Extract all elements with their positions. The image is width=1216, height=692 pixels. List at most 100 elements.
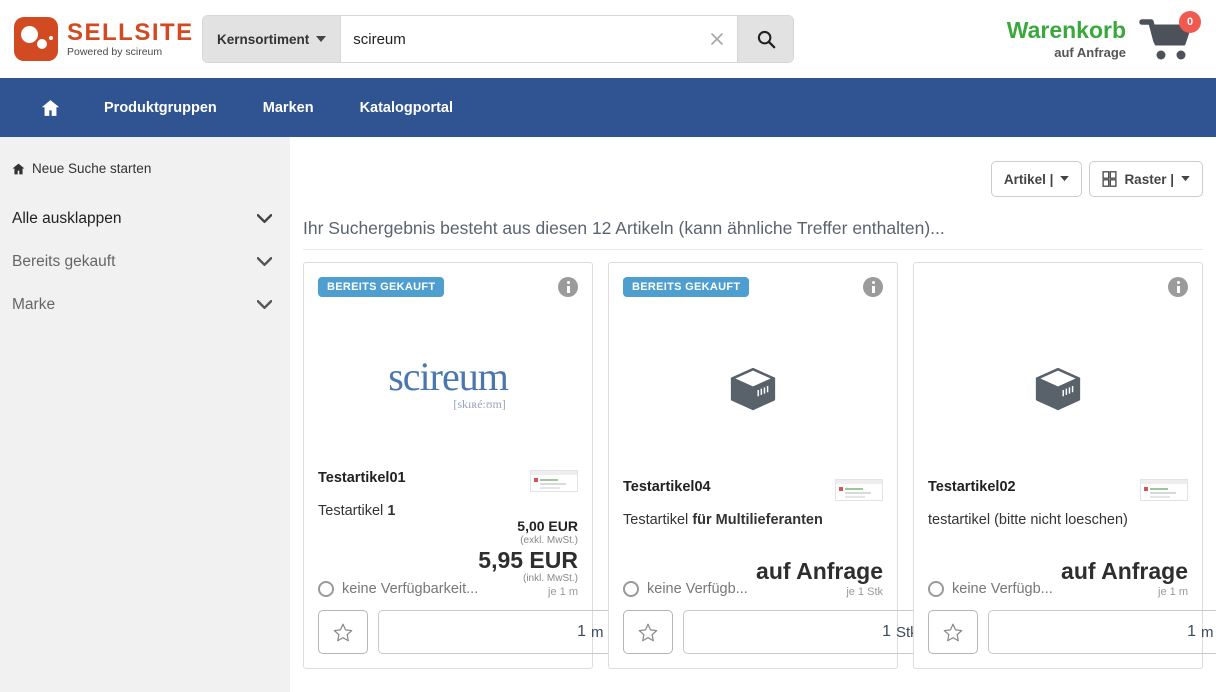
star-icon — [333, 623, 353, 642]
product-image-placeholder[interactable] — [928, 315, 1188, 463]
availability-icon — [928, 581, 944, 597]
view-dropdown[interactable]: Raster | — [1089, 161, 1203, 197]
product-card-testartikel02: Testartikel02 testartikel (bitte nicht l… — [913, 262, 1203, 669]
info-icon[interactable] — [863, 277, 883, 297]
caret-down-icon — [316, 36, 326, 43]
filter-label: Marke — [12, 296, 55, 314]
new-search-link[interactable]: Neue Suche starten — [12, 161, 278, 176]
availability-status: keine Verfügb... — [623, 581, 748, 598]
search-input[interactable] — [341, 16, 697, 62]
price-block: 5,00 EUR (exkl. MwSt.) 5,95 EUR (inkl. M… — [478, 519, 578, 598]
star-icon — [943, 623, 963, 642]
product-image[interactable]: scireum [skıʀé:ʊm] — [318, 314, 578, 454]
already-purchased-badge: BEREITS GEKAUFT — [623, 277, 749, 297]
availability-status: keine Verfügb... — [928, 581, 1053, 598]
nav-item-produktgruppen[interactable]: Produktgruppen — [81, 100, 240, 116]
quantity-unit: m — [1201, 611, 1216, 653]
star-icon — [638, 623, 658, 642]
filter-marke[interactable]: Marke — [10, 283, 278, 326]
product-subtitle: testartikel (bitte nicht loeschen) — [928, 512, 1188, 528]
search-button[interactable] — [737, 16, 793, 62]
new-search-label: Neue Suche starten — [32, 161, 151, 176]
unit-note: je 1 m — [1061, 586, 1188, 598]
search-scope-dropdown[interactable]: Kernsortiment — [203, 16, 341, 62]
chevron-down-icon — [257, 300, 272, 310]
results-summary: Ihr Suchergebnis besteht aus diesen 12 A… — [303, 218, 1203, 239]
sellsite-logo[interactable]: SELLSITE Powered by scireum — [14, 17, 192, 61]
cart-link[interactable]: Warenkorb auf Anfrage 0 — [1007, 14, 1202, 64]
filter-label: Bereits gekauft — [12, 253, 115, 271]
nav-item-marken[interactable]: Marken — [240, 100, 337, 116]
product-grid: BEREITS GEKAUFT scireum [skıʀé:ʊm] Testa… — [303, 262, 1203, 669]
availability-icon — [623, 581, 639, 597]
product-card-testartikel01: BEREITS GEKAUFT scireum [skıʀé:ʊm] Testa… — [303, 262, 593, 669]
product-title[interactable]: Testartikel02 — [928, 479, 1016, 495]
product-subtitle: Testartikel für Multilieferanten — [623, 512, 883, 528]
brand-tagline: Powered by scireum — [67, 46, 194, 58]
filter-bereits-gekauft[interactable]: Bereits gekauft — [10, 240, 278, 283]
top-header: SELLSITE Powered by scireum Kernsortimen… — [0, 0, 1216, 78]
sellsite-logo-icon — [14, 17, 58, 61]
package-icon — [728, 366, 778, 412]
price-net: 5,00 EUR — [478, 519, 578, 534]
scireum-logo: scireum — [388, 357, 508, 397]
home-icon — [12, 163, 25, 175]
search-scope-label: Kernsortiment — [217, 32, 309, 47]
chevron-down-icon — [257, 257, 272, 267]
nav-item-katalogportal[interactable]: Katalogportal — [337, 100, 476, 116]
datasheet-thumbnail[interactable] — [530, 470, 578, 492]
price-on-request: auf Anfrage — [756, 559, 883, 584]
sort-label: Artikel | — [1004, 172, 1054, 187]
datasheet-thumbnail[interactable] — [1140, 479, 1188, 501]
product-title[interactable]: Testartikel01 — [318, 470, 406, 486]
cart-count-badge: 0 — [1179, 11, 1201, 33]
datasheet-thumbnail[interactable] — [835, 479, 883, 501]
product-image-placeholder[interactable] — [623, 315, 883, 463]
price-block: auf Anfrage je 1 m — [1061, 559, 1188, 598]
grid-icon — [1102, 171, 1117, 187]
product-subtitle: Testartikel 1 — [318, 503, 578, 519]
filter-sidebar: Neue Suche starten Alle ausklappen Berei… — [0, 137, 290, 692]
quantity-group: m — [988, 610, 1216, 654]
divider — [303, 249, 1203, 250]
main-navigation: Produktgruppen Marken Katalogportal — [0, 78, 1216, 137]
scireum-phonetic: [skıʀé:ʊm] — [388, 397, 508, 412]
search-icon — [756, 29, 776, 49]
quantity-input[interactable] — [379, 611, 591, 653]
product-card-testartikel04: BEREITS GEKAUFT Testartikel04 — [608, 262, 898, 669]
chevron-down-icon — [257, 214, 272, 224]
cart-subtitle: auf Anfrage — [1007, 45, 1126, 60]
view-label: Raster | — [1124, 172, 1174, 187]
caret-down-icon — [1181, 176, 1190, 182]
favorite-button[interactable] — [623, 610, 673, 654]
price-gross-note: (inkl. MwSt.) — [478, 573, 578, 584]
caret-down-icon — [1060, 176, 1069, 182]
availability-status: keine Verfügbarkeit... — [318, 581, 478, 598]
product-title[interactable]: Testartikel04 — [623, 479, 711, 495]
quantity-input[interactable] — [989, 611, 1201, 653]
unit-note: je 1 m — [478, 586, 578, 598]
cart-title: Warenkorb — [1007, 18, 1126, 42]
expand-all-label: Alle ausklappen — [12, 210, 121, 228]
price-net-note: (exkl. MwSt.) — [478, 535, 578, 546]
price-on-request: auf Anfrage — [1061, 559, 1188, 584]
favorite-button[interactable] — [318, 610, 368, 654]
search-results-area: Artikel | Raster | Ihr Suchergebnis best… — [290, 137, 1216, 692]
nav-home-icon[interactable] — [20, 99, 81, 117]
availability-icon — [318, 581, 334, 597]
package-icon — [1033, 366, 1083, 412]
price-block: auf Anfrage je 1 Stk — [756, 559, 883, 598]
already-purchased-badge: BEREITS GEKAUFT — [318, 277, 444, 297]
price-gross: 5,95 EUR — [478, 548, 578, 573]
favorite-button[interactable] — [928, 610, 978, 654]
results-toolbar: Artikel | Raster | — [303, 161, 1203, 197]
clear-search-icon[interactable] — [697, 16, 737, 62]
expand-all-toggle[interactable]: Alle ausklappen — [10, 197, 278, 240]
search-bar: Kernsortiment — [202, 15, 794, 63]
info-icon[interactable] — [1168, 277, 1188, 297]
quantity-input[interactable] — [684, 611, 896, 653]
brand-name: SELLSITE — [67, 21, 194, 45]
info-icon[interactable] — [558, 277, 578, 297]
sort-dropdown[interactable]: Artikel | — [991, 161, 1083, 197]
unit-note: je 1 Stk — [756, 586, 883, 598]
